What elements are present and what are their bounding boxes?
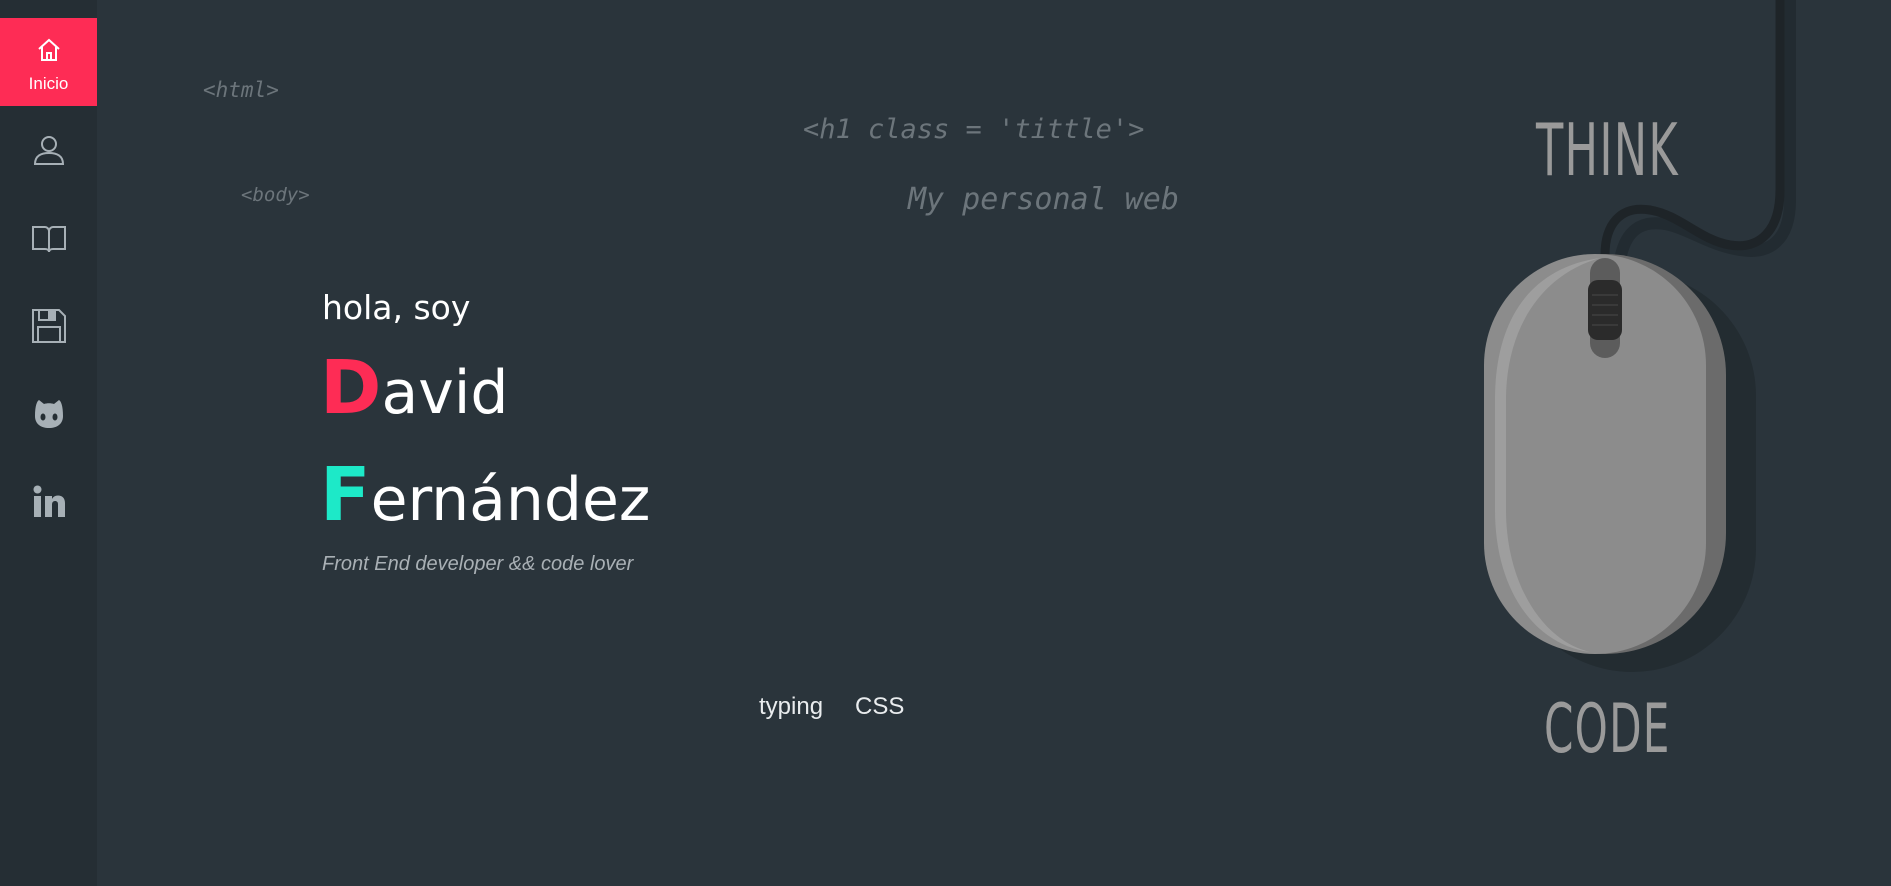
last-name-initial: F [320,452,371,538]
tag-item: CSS [855,693,905,720]
home-icon [37,38,60,61]
sidebar-item-linkedin[interactable] [0,458,97,546]
github-icon [34,400,63,428]
sidebar-item-home[interactable]: Inicio [0,18,97,106]
hero-first-name: David [320,345,508,431]
h1-text-comment: My personal web [908,182,1179,217]
sidebar-item-github[interactable] [0,370,97,458]
linkedin-icon [33,485,65,517]
first-name-initial: D [320,345,382,431]
hero-greeting: hola, soy [322,288,471,327]
sidebar-item-portfolio[interactable] [0,194,97,282]
hero-last-name: Fernández [320,452,650,538]
last-name-rest: ernández [370,465,651,535]
user-icon [33,136,64,165]
code-label: CODE [1544,690,1671,769]
typing-tags: typing CSS [759,693,904,721]
sidebar-nav: Inicio [0,0,97,886]
book-icon [31,226,66,253]
think-label: THINK [1536,108,1679,192]
first-name-rest: avid [381,358,509,428]
mouse-illustration [1484,0,1796,672]
sidebar-item-about[interactable] [0,106,97,194]
floppy-disk-icon [31,309,66,343]
sidebar-item-save[interactable] [0,282,97,370]
tag-item: typing [759,693,824,720]
body-tag-comment: <body> [241,184,310,206]
sidebar-item-label: Inicio [28,74,69,93]
h1-tag-comment: <h1 class = 'tittle'> [803,114,1145,145]
html-tag-comment: <html> [203,78,279,102]
hero-tagline: Front End developer && code lover [322,553,634,575]
